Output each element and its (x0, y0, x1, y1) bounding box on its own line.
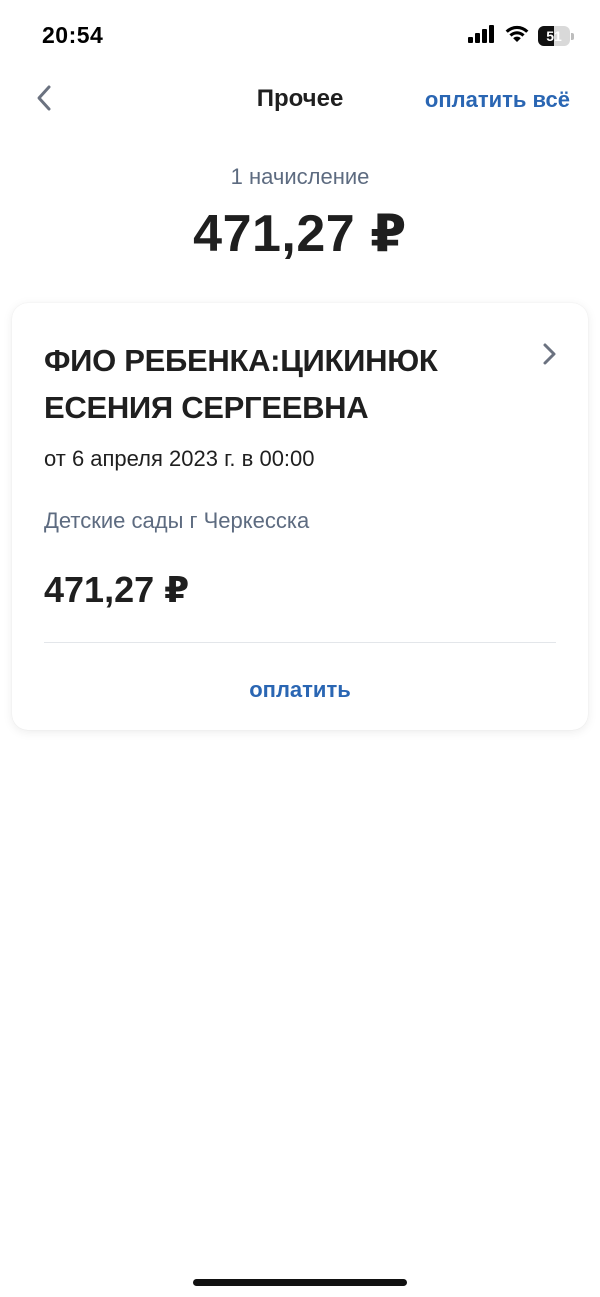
status-bar: 20:54 51 (0, 0, 600, 70)
charges-count: 1 начисление (230, 164, 370, 189)
status-time: 20:54 (42, 22, 104, 48)
chevron-left-icon (35, 84, 53, 117)
cellular-signal-icon (468, 24, 496, 48)
charge-card[interactable]: ФИО РЕБЕНКА:ЦИКИНЮК ЕСЕНИЯ СЕРГЕЕВНА от … (12, 303, 588, 730)
battery-level: 51 (546, 28, 562, 44)
total-amount: 471,27 ₽ (193, 205, 407, 263)
battery-icon: 51 (538, 26, 574, 46)
charge-date: от 6 апреля 2023 г. в 00:00 (44, 446, 315, 471)
pay-button[interactable]: оплатить (12, 677, 588, 703)
back-button[interactable] (26, 82, 62, 118)
charge-amount: 471,27 ₽ (44, 569, 190, 610)
charge-title: ФИО РЕБЕНКА:ЦИКИНЮК ЕСЕНИЯ СЕРГЕЕВНА (44, 343, 438, 425)
pay-all-button[interactable]: оплатить всё (425, 87, 570, 113)
status-icons: 51 (468, 24, 574, 48)
wifi-icon (504, 24, 530, 48)
charge-organization: Детские сады г Черкесска (44, 508, 310, 533)
home-indicator[interactable] (193, 1279, 407, 1286)
divider (44, 642, 556, 643)
battery-cap (571, 33, 574, 40)
chevron-right-icon[interactable] (538, 341, 560, 367)
